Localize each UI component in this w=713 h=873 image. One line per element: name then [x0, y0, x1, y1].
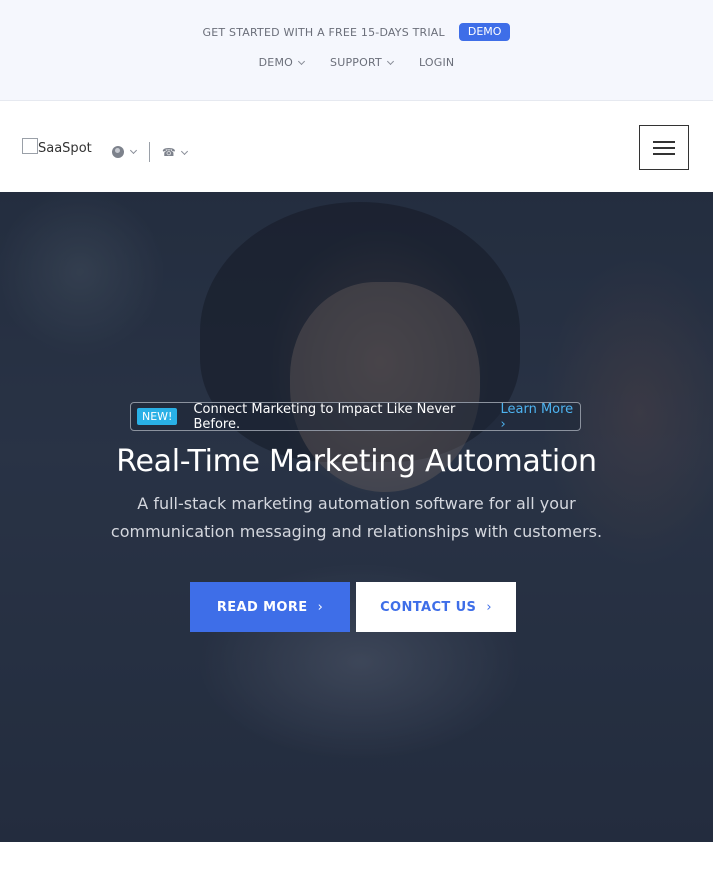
demo-badge-button[interactable]: DEMO — [458, 23, 511, 41]
top-nav-demo[interactable]: DEMO — [258, 56, 306, 69]
chevron-right-icon: › — [500, 416, 506, 432]
top-nav-login-label: LOGIN — [418, 56, 455, 69]
hero-section: NEW! Connect Marketing to Impact Like Ne… — [0, 192, 713, 842]
hamburger-icon-line — [653, 152, 675, 155]
globe-icon — [112, 146, 124, 158]
hamburger-icon-line — [653, 146, 675, 149]
chevron-right-icon: › — [317, 599, 324, 615]
top-bar: GET STARTED WITH A FREE 15-DAYS TRIAL DE… — [0, 0, 713, 101]
language-selector[interactable] — [112, 146, 138, 158]
trial-banner: GET STARTED WITH A FREE 15-DAYS TRIAL DE… — [0, 23, 713, 41]
contact-us-button[interactable]: CONTACT US › — [356, 582, 516, 632]
announcement-bar: NEW! Connect Marketing to Impact Like Ne… — [130, 401, 581, 432]
chevron-down-icon — [386, 57, 394, 65]
top-nav-support-label: SUPPORT — [330, 56, 382, 69]
menu-toggle-button[interactable] — [639, 125, 689, 170]
learn-more-label: Learn More — [500, 401, 574, 417]
chevron-down-icon — [129, 146, 138, 155]
hamburger-icon-line — [653, 140, 675, 143]
page-below-hero — [0, 842, 713, 873]
hero-title: Real-Time Marketing Automation — [116, 444, 597, 479]
top-nav: DEMO SUPPORT LOGIN — [0, 56, 713, 69]
chevron-down-icon — [297, 57, 306, 65]
trial-text: GET STARTED WITH A FREE 15-DAYS TRIAL — [202, 25, 445, 39]
site-header: SaaSpot ☎ — [0, 102, 713, 192]
read-more-label: READ MORE — [216, 599, 308, 615]
new-badge: NEW! — [137, 408, 178, 425]
hero-subtitle: A full-stack marketing automation softwa… — [110, 494, 603, 541]
top-nav-demo-label: DEMO — [258, 56, 294, 69]
announcement-text: Connect Marketing to Impact Like Never B… — [193, 401, 456, 432]
read-more-button[interactable]: READ MORE › — [190, 582, 350, 632]
header-divider — [149, 142, 150, 162]
contact-us-label: CONTACT US — [380, 599, 477, 615]
chevron-down-icon — [180, 147, 188, 155]
top-nav-support[interactable]: SUPPORT — [330, 56, 394, 69]
logo[interactable]: SaaSpot — [22, 138, 92, 156]
chevron-right-icon: › — [486, 599, 492, 615]
logo-text: SaaSpot — [38, 141, 92, 156]
contact-selector[interactable]: ☎ — [162, 146, 188, 159]
top-nav-login[interactable]: LOGIN — [419, 56, 454, 69]
learn-more-link[interactable]: Learn More › — [500, 402, 580, 432]
phone-icon: ☎ — [162, 146, 176, 159]
logo-image — [22, 138, 38, 154]
